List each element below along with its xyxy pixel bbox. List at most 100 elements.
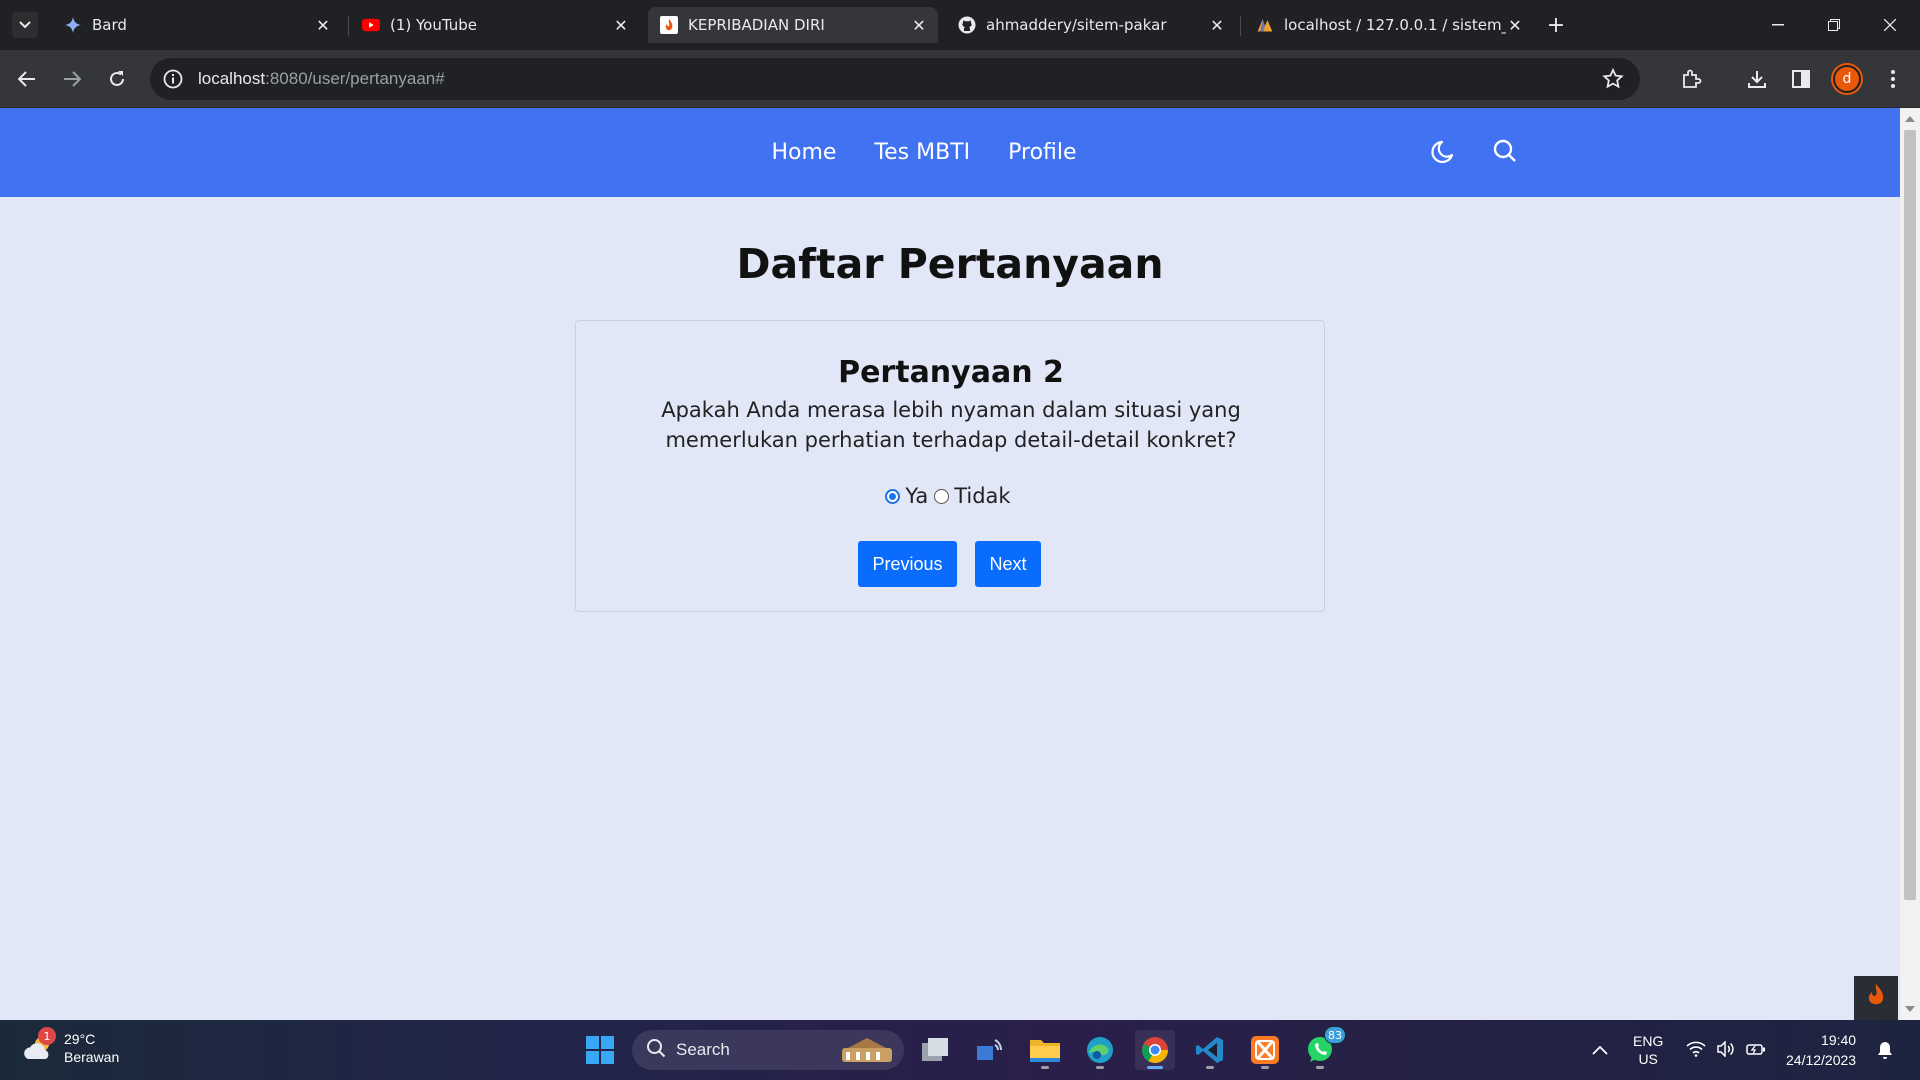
cloud-sun-icon: 1 — [22, 1027, 56, 1065]
weather-alert-badge: 1 — [38, 1027, 56, 1045]
close-icon[interactable]: ✕ — [910, 16, 928, 35]
scroll-up-arrow[interactable] — [1905, 116, 1915, 122]
tab-title: KEPRIBADIAN DIRI — [688, 16, 825, 34]
tab-divider — [348, 16, 349, 36]
tab-title: localhost / 127.0.0.1 / sistem_pa — [1284, 16, 1506, 34]
previous-button[interactable]: Previous — [858, 541, 957, 587]
fire-icon — [660, 16, 678, 34]
page-viewport: Home Tes MBTI Profile Daftar Pertanyaan … — [0, 108, 1900, 1020]
running-indicator — [1261, 1066, 1269, 1069]
clock[interactable]: 19:40 24/12/2023 — [1786, 1020, 1856, 1080]
fire-icon — [1865, 983, 1887, 1013]
notification-badge: 83 — [1324, 1026, 1346, 1044]
whatsapp-icon[interactable]: 83 — [1300, 1026, 1346, 1070]
avatar-initial: d — [1842, 71, 1852, 87]
search-icon[interactable] — [1492, 138, 1520, 166]
battery-icon — [1746, 1041, 1766, 1060]
task-view-icon[interactable] — [915, 1030, 955, 1070]
nav-link-profile[interactable]: Profile — [1008, 140, 1076, 165]
weather-desc: Berawan — [64, 1049, 120, 1065]
tab-divider — [1240, 16, 1241, 36]
new-tab-button[interactable]: + — [1543, 12, 1569, 38]
vscode-icon[interactable] — [1190, 1030, 1230, 1070]
show-hidden-icons[interactable] — [1592, 1020, 1608, 1080]
close-window-button[interactable] — [1862, 0, 1918, 50]
close-icon[interactable]: ✕ — [1208, 16, 1226, 35]
connect-app-icon[interactable] — [970, 1030, 1010, 1070]
close-icon[interactable]: ✕ — [612, 16, 630, 35]
language-code: ENG — [1633, 1033, 1664, 1049]
site-navbar: Home Tes MBTI Profile — [0, 108, 1900, 197]
question-text: Apakah Anda merasa lebih nyaman dalam si… — [661, 398, 1241, 452]
tab-phpmyadmin[interactable]: localhost / 127.0.0.1 / sistem_pa ✕ — [1244, 7, 1534, 43]
running-indicator — [1096, 1066, 1104, 1069]
extensions-icon[interactable] — [1675, 63, 1707, 95]
tab-github[interactable]: ahmaddery/sitem-pakar ✕ — [946, 7, 1236, 43]
running-indicator — [1041, 1066, 1049, 1069]
url-path: :8080/user/pertanyaan# — [265, 69, 445, 88]
github-icon — [958, 16, 976, 34]
scroll-thumb[interactable] — [1904, 130, 1916, 900]
nav-links: Home Tes MBTI Profile — [0, 108, 1900, 197]
chrome-browser-icon[interactable] — [1135, 1030, 1175, 1070]
input-language[interactable]: ENG US — [1633, 1020, 1663, 1080]
tab-bard[interactable]: Bard ✕ — [52, 7, 342, 43]
system-tray-icons[interactable] — [1686, 1020, 1766, 1080]
start-button[interactable] — [580, 1030, 620, 1070]
option-label-ya[interactable]: Ya — [905, 484, 928, 508]
option-label-tidak[interactable]: Tidak — [954, 484, 1010, 508]
site-info-icon[interactable] — [162, 68, 184, 90]
search-highlight-icon — [838, 1034, 898, 1070]
url-text[interactable]: localhost:8080/user/pertanyaan# — [198, 69, 445, 89]
radio-tidak[interactable] — [934, 488, 950, 504]
notification-bell-icon[interactable] — [1876, 1020, 1894, 1080]
tab-youtube[interactable]: (1) YouTube ✕ — [350, 7, 640, 43]
browser-tab-bar: Bard ✕ (1) YouTube ✕ KEPRIBADIAN DIRI ✕ … — [0, 0, 1920, 50]
tab-search-button[interactable] — [12, 12, 38, 38]
back-button[interactable] — [11, 63, 43, 95]
address-bar[interactable]: localhost:8080/user/pertanyaan# — [150, 58, 1640, 100]
language-region: US — [1638, 1051, 1658, 1067]
search-label: Search — [676, 1040, 730, 1059]
weather-temp: 29°C — [64, 1031, 96, 1047]
scroll-down-arrow[interactable] — [1905, 1006, 1915, 1012]
close-icon[interactable]: ✕ — [314, 16, 332, 35]
moon-icon[interactable] — [1430, 138, 1458, 166]
profile-avatar[interactable]: d — [1833, 65, 1861, 93]
page-scrollbar[interactable] — [1900, 108, 1920, 1020]
nav-link-home[interactable]: Home — [771, 140, 836, 165]
tab-title: (1) YouTube — [390, 16, 478, 34]
tab-title: Bard — [92, 16, 127, 34]
windows-taskbar: 1 29°C Berawan Search 83 ENG US 19:40 24… — [0, 1020, 1920, 1080]
restore-button[interactable] — [1806, 0, 1862, 50]
reload-button[interactable] — [101, 63, 133, 95]
tab-title: ahmaddery/sitem-pakar — [986, 16, 1167, 34]
radio-ya[interactable] — [885, 488, 901, 504]
forward-button[interactable] — [56, 63, 88, 95]
minimize-button[interactable] — [1750, 0, 1806, 50]
side-panel-icon[interactable] — [1785, 63, 1817, 95]
edge-browser-icon[interactable] — [1080, 1030, 1120, 1070]
running-indicator — [1316, 1066, 1324, 1069]
more-menu-icon[interactable] — [1877, 63, 1909, 95]
file-explorer-icon[interactable] — [1025, 1030, 1065, 1070]
weather-widget[interactable]: 1 29°C Berawan — [22, 1027, 120, 1066]
volume-icon — [1716, 1039, 1736, 1060]
page-title: Daftar Pertanyaan — [736, 240, 1164, 288]
clock-time: 19:40 — [1821, 1032, 1857, 1048]
bard-sparkle-icon — [64, 16, 82, 34]
floating-fire-button[interactable] — [1854, 976, 1898, 1020]
url-host: localhost — [198, 69, 266, 88]
phpmyadmin-icon — [1256, 16, 1274, 34]
xampp-icon[interactable] — [1245, 1030, 1285, 1070]
close-icon[interactable]: ✕ — [1506, 16, 1524, 35]
tab-kepribadian-diri[interactable]: KEPRIBADIAN DIRI ✕ — [648, 7, 938, 43]
taskbar-search[interactable]: Search — [632, 1030, 904, 1070]
question-title: Pertanyaan 2 — [838, 355, 1064, 390]
running-indicator — [1206, 1066, 1214, 1069]
download-icon[interactable] — [1741, 63, 1773, 95]
bookmark-star-icon[interactable] — [1602, 67, 1624, 94]
question-card: Pertanyaan 2 Apakah Anda merasa lebih ny… — [575, 320, 1325, 612]
next-button[interactable]: Next — [975, 541, 1041, 587]
nav-link-tes-mbti[interactable]: Tes MBTI — [874, 140, 970, 165]
